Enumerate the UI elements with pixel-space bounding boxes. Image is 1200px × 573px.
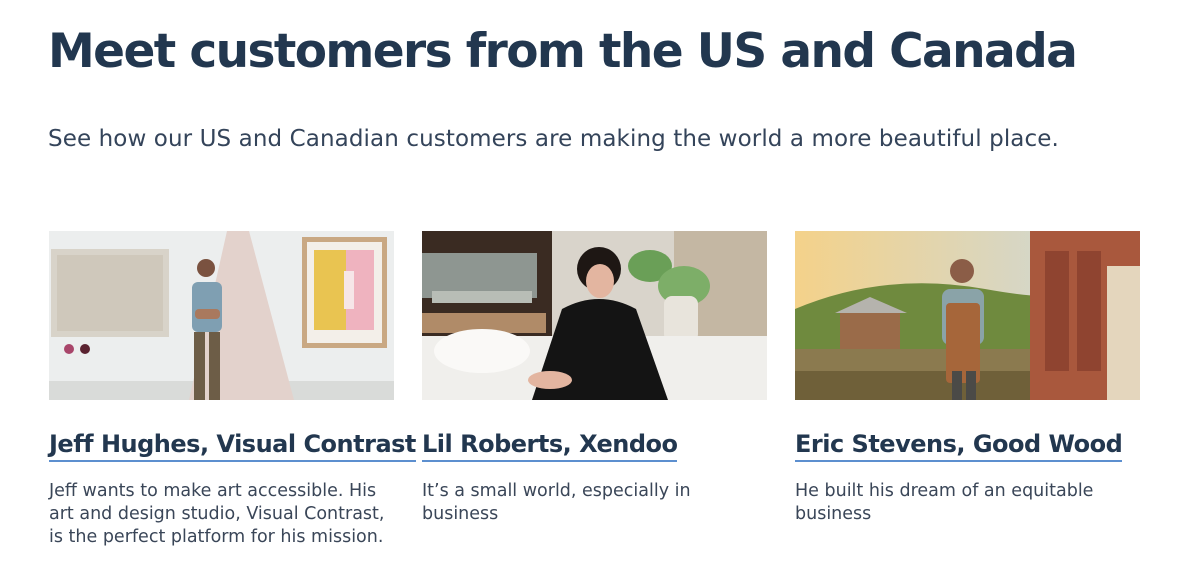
customer-description: He built his dream of an equitable busin… — [795, 480, 1094, 524]
customer-photo-jeff-hughes[interactable] — [49, 231, 394, 400]
customer-link-eric-stevens[interactable]: Eric Stevens, Good Wood — [795, 430, 1123, 462]
page-title: Meet customers from the US and Canada — [48, 24, 1078, 79]
customer-link-lil-roberts[interactable]: Lil Roberts, Xendoo — [422, 430, 678, 462]
customer-description: It’s a small world, especially in busine… — [422, 480, 691, 524]
man-in-art-studio-image — [49, 231, 394, 400]
man-by-barn-image — [795, 231, 1140, 400]
customer-link-jeff-hughes[interactable]: Jeff Hughes, Visual Contrast — [49, 430, 416, 462]
customer-photo-eric-stevens[interactable] — [795, 231, 1140, 400]
customer-card-jeff-hughes: Jeff Hughes, Visual Contrast Jeff wants … — [49, 231, 416, 549]
customer-card-lil-roberts: Lil Roberts, Xendoo It’s a small world, … — [422, 231, 768, 526]
woman-on-sofa-image — [422, 231, 767, 400]
customer-card-eric-stevens: Eric Stevens, Good Wood He built his dre… — [795, 231, 1141, 526]
page-subtitle: See how our US and Canadian customers ar… — [48, 126, 1059, 152]
customer-description: Jeff wants to make art accessible. His a… — [49, 480, 385, 547]
customer-photo-lil-roberts[interactable] — [422, 231, 767, 400]
